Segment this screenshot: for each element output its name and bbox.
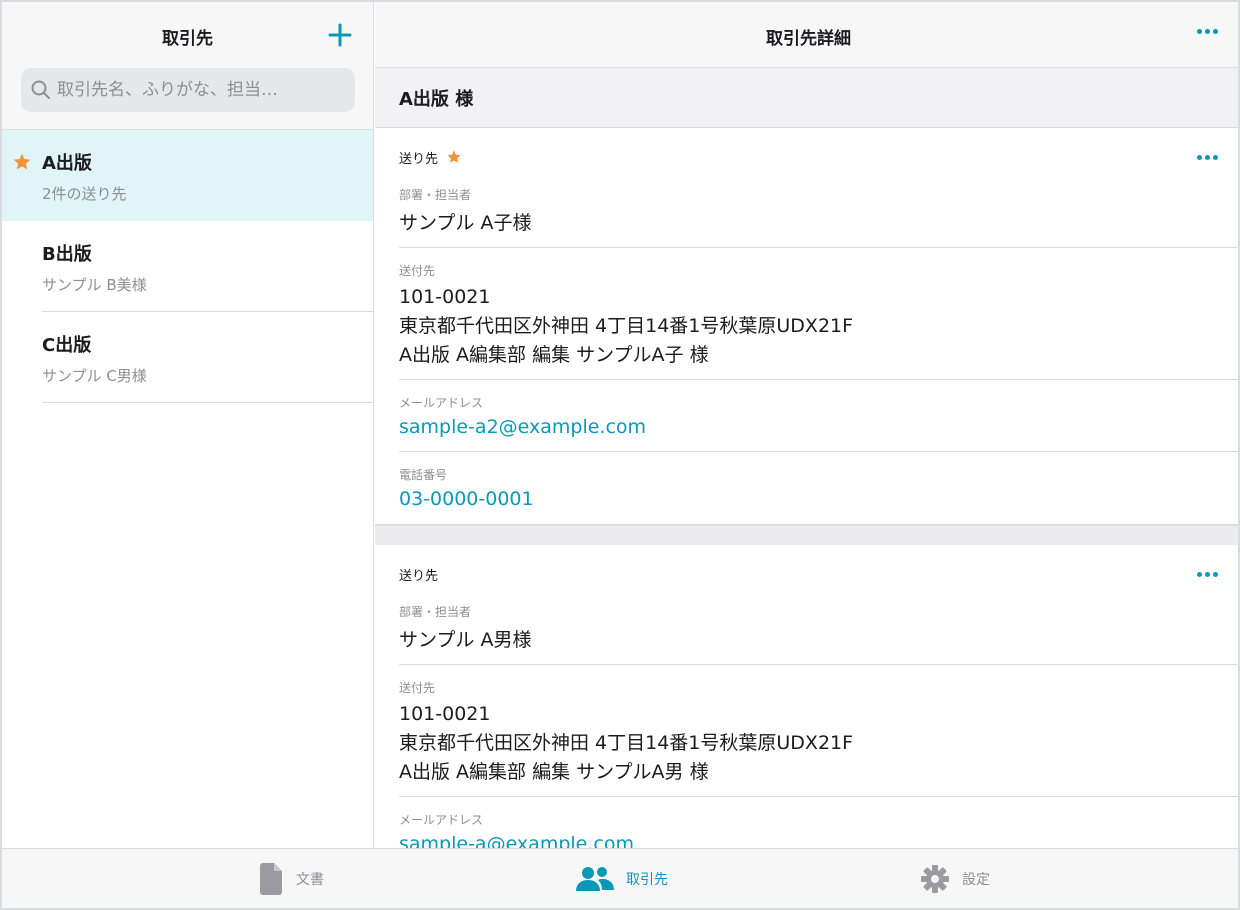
star-icon <box>447 150 461 163</box>
destination-heading: 送り先 <box>399 568 439 584</box>
address-field: 送付先 101-0021 東京都千代田区外神田 4丁目14番1号秋葉原UDX21… <box>375 248 1238 380</box>
field-value: サンプル A男様 <box>399 629 532 651</box>
client-item-a[interactable]: A出版 2件の送り先 <box>2 130 373 221</box>
client-item-b[interactable]: B出版 サンプル B美様 <box>2 221 373 312</box>
address-field: 送付先 101-0021 東京都千代田区外神田 4丁目14番1号秋葉原UDX21… <box>375 665 1238 797</box>
field-value: 東京都千代田区外神田 4丁目14番1号秋葉原UDX21F <box>399 315 854 337</box>
field-label: メールアドレス <box>399 396 484 410</box>
destination-more-button[interactable] <box>1197 155 1218 160</box>
tab-bar: 文書 取引先 設定 <box>2 848 1238 908</box>
more-icon <box>1197 29 1202 34</box>
destination-card-1: 送り先 部署・担当者 サンプル A子様 送付先 101-0021 東京都千代田区… <box>375 128 1238 525</box>
client-list: A出版 2件の送り先 B出版 サンプル B美様 C出版 サンプル C男様 <box>2 130 373 403</box>
destination-heading: 送り先 <box>399 151 439 167</box>
gear-icon <box>921 865 949 893</box>
divider <box>42 402 373 403</box>
more-icon <box>1197 155 1202 160</box>
destination-card-2: 送り先 部署・担当者 サンプル A男様 送付先 101-0021 東京都千代田区… <box>375 545 1238 852</box>
field-label: 送付先 <box>399 264 436 278</box>
client-subtitle: サンプル C男様 <box>42 367 147 385</box>
email-field: メールアドレス sample-a2@example.com <box>375 380 1238 452</box>
more-icon <box>1213 29 1218 34</box>
client-detail-pane[interactable]: 取引先詳細 A出版 様 送り先 部署・担当者 サンプル A子様 送付先 101-… <box>375 2 1238 852</box>
tab-documents[interactable]: 文書 <box>258 849 324 908</box>
field-value: 101-0021 <box>399 703 491 725</box>
client-list-pane: 取引先 A出版 2件の送り先 <box>2 2 374 852</box>
client-name: A出版 <box>42 153 92 174</box>
client-detail-title: 取引先詳細 <box>766 29 851 49</box>
client-list-title: 取引先 <box>162 29 213 49</box>
people-icon <box>576 867 614 891</box>
tab-settings[interactable]: 設定 <box>920 849 990 908</box>
field-value: サンプル A子様 <box>399 212 532 234</box>
destination-card-header: 送り先 <box>375 128 1238 186</box>
field-label: 部署・担当者 <box>399 605 472 619</box>
search-input[interactable] <box>57 80 337 100</box>
more-icon <box>1213 572 1218 577</box>
search-icon <box>31 80 50 99</box>
client-subtitle: 2件の送り先 <box>42 185 127 203</box>
destination-more-button[interactable] <box>1197 572 1218 577</box>
document-icon <box>260 863 282 895</box>
tab-clients[interactable]: 取引先 <box>576 849 668 908</box>
more-icon <box>1205 29 1210 34</box>
client-detail-header: 取引先詳細 <box>375 2 1238 68</box>
more-icon <box>1205 155 1210 160</box>
more-options-button[interactable] <box>1197 29 1218 34</box>
app-window: 取引先 A出版 2件の送り先 <box>0 0 1240 910</box>
field-value: A出版 A編集部 編集 サンプルA男 様 <box>399 761 709 783</box>
plus-icon <box>328 23 352 47</box>
client-name: C出版 <box>42 335 92 356</box>
tab-label: 取引先 <box>626 872 668 888</box>
client-list-header: 取引先 <box>2 2 373 130</box>
email-field: メールアドレス sample-a@example.com <box>375 797 1238 852</box>
field-label: 送付先 <box>399 681 436 695</box>
dept-field: 部署・担当者 サンプル A男様 <box>375 603 1238 665</box>
search-field[interactable] <box>21 68 355 112</box>
tab-label: 設定 <box>962 872 990 888</box>
field-label: メールアドレス <box>399 813 484 827</box>
more-icon <box>1213 155 1218 160</box>
field-label: 電話番号 <box>399 468 448 482</box>
more-icon <box>1197 572 1202 577</box>
company-name: A出版 様 <box>375 68 1238 128</box>
client-item-c[interactable]: C出版 サンプル C男様 <box>2 312 373 403</box>
destination-card-header: 送り先 <box>375 545 1238 603</box>
dept-field: 部署・担当者 サンプル A子様 <box>375 186 1238 248</box>
tab-label: 文書 <box>296 872 324 888</box>
field-value: A出版 A編集部 編集 サンプルA子 様 <box>399 344 709 366</box>
star-icon <box>13 153 31 170</box>
client-subtitle: サンプル B美様 <box>42 276 147 294</box>
phone-link[interactable]: 03-0000-0001 <box>399 485 1238 514</box>
more-icon <box>1205 572 1210 577</box>
add-client-button[interactable] <box>325 18 355 52</box>
field-label: 部署・担当者 <box>399 188 472 202</box>
section-gap <box>375 525 1238 545</box>
field-value: 東京都千代田区外神田 4丁目14番1号秋葉原UDX21F <box>399 732 854 754</box>
email-link[interactable]: sample-a2@example.com <box>399 413 1238 442</box>
client-name: B出版 <box>42 244 92 265</box>
field-value: 101-0021 <box>399 286 491 308</box>
phone-field: 電話番号 03-0000-0001 <box>375 452 1238 524</box>
